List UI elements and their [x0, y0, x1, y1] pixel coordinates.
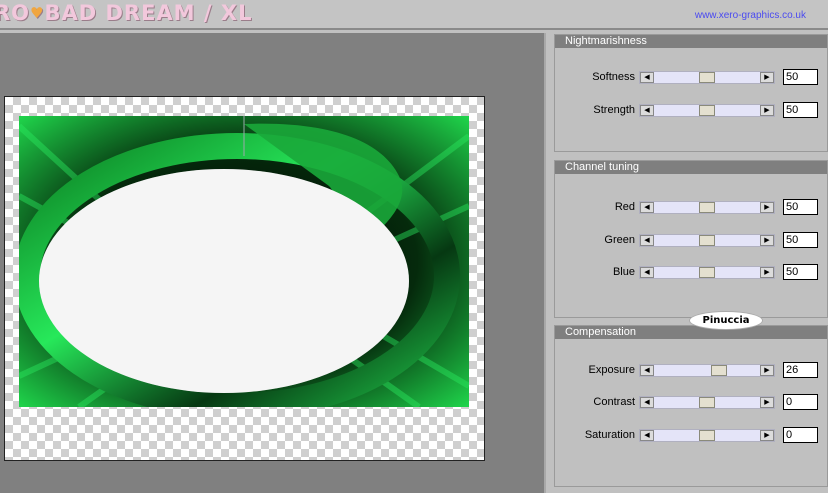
channel-tuning-group: Channel tuning Red ◀ ▶ 50 Green ◀ ▶ 50 B… — [554, 160, 828, 318]
slider-thumb[interactable] — [699, 202, 715, 213]
watermark-badge: Pinuccia — [690, 312, 762, 329]
right-arrow-icon[interactable]: ▶ — [760, 72, 774, 83]
strength-slider[interactable]: ◀ ▶ — [639, 104, 775, 117]
group-title: Nightmarishness — [555, 35, 827, 48]
slider-thumb[interactable] — [699, 430, 715, 441]
left-arrow-icon[interactable]: ◀ — [640, 202, 654, 213]
contrast-input[interactable]: 0 — [783, 394, 818, 410]
exposure-row: Exposure ◀ ▶ 26 — [555, 362, 828, 380]
red-input[interactable]: 50 — [783, 199, 818, 215]
group-title: Compensation — [555, 326, 827, 339]
compensation-group: Compensation Exposure ◀ ▶ 26 Contrast ◀ … — [554, 325, 828, 487]
left-arrow-icon[interactable]: ◀ — [640, 235, 654, 246]
green-input[interactable]: 50 — [783, 232, 818, 248]
left-arrow-icon[interactable]: ◀ — [640, 72, 654, 83]
red-row: Red ◀ ▶ 50 — [555, 199, 828, 217]
slider-label: Softness — [592, 71, 635, 83]
blue-input[interactable]: 50 — [783, 264, 818, 280]
slider-thumb[interactable] — [699, 235, 715, 246]
nightmarishness-group: Nightmarishness Softness ◀ ▶ 50 Strength… — [554, 34, 828, 152]
right-arrow-icon[interactable]: ▶ — [760, 202, 774, 213]
preview-image — [19, 116, 469, 407]
slider-label: Red — [614, 201, 635, 213]
softness-slider[interactable]: ◀ ▶ — [639, 71, 775, 84]
left-arrow-icon[interactable]: ◀ — [640, 365, 654, 376]
settings-panel: Nightmarishness Softness ◀ ▶ 50 Strength… — [548, 33, 828, 493]
slider-thumb[interactable] — [711, 365, 727, 376]
softness-input[interactable]: 50 — [783, 69, 818, 85]
right-arrow-icon[interactable]: ▶ — [760, 235, 774, 246]
title-bar: RO♥BAD DREAM / XL www.xero-graphics.co.u… — [0, 0, 828, 30]
slider-thumb[interactable] — [699, 397, 715, 408]
right-arrow-icon[interactable]: ▶ — [760, 397, 774, 408]
green-row: Green ◀ ▶ 50 — [555, 232, 828, 250]
right-arrow-icon[interactable]: ▶ — [760, 105, 774, 116]
red-slider[interactable]: ◀ ▶ — [639, 201, 775, 214]
slider-thumb[interactable] — [699, 267, 715, 278]
slider-label: Strength — [593, 104, 635, 116]
right-arrow-icon[interactable]: ▶ — [760, 430, 774, 441]
slider-label: Saturation — [584, 429, 635, 441]
slider-label: Blue — [612, 266, 635, 278]
website-link[interactable]: www.xero-graphics.co.uk — [695, 10, 806, 21]
exposure-input[interactable]: 26 — [783, 362, 818, 378]
softness-row: Softness ◀ ▶ 50 — [555, 69, 828, 87]
saturation-slider[interactable]: ◀ ▶ — [639, 429, 775, 442]
group-title: Channel tuning — [555, 161, 827, 174]
slider-thumb[interactable] — [699, 105, 715, 116]
left-arrow-icon[interactable]: ◀ — [640, 430, 654, 441]
contrast-slider[interactable]: ◀ ▶ — [639, 396, 775, 409]
saturation-row: Saturation ◀ ▶ 0 — [555, 427, 828, 445]
slider-label: Exposure — [588, 364, 635, 376]
left-arrow-icon[interactable]: ◀ — [640, 267, 654, 278]
slider-label: Contrast — [593, 396, 635, 408]
blue-slider[interactable]: ◀ ▶ — [639, 266, 775, 279]
preview-canvas[interactable] — [4, 96, 485, 461]
blue-row: Blue ◀ ▶ 50 — [555, 264, 828, 282]
slider-label: Green — [604, 234, 635, 246]
heart-icon: ♥ — [30, 4, 45, 22]
green-slider[interactable]: ◀ ▶ — [639, 234, 775, 247]
strength-input[interactable]: 50 — [783, 102, 818, 118]
right-arrow-icon[interactable]: ▶ — [760, 365, 774, 376]
left-arrow-icon[interactable]: ◀ — [640, 397, 654, 408]
right-arrow-icon[interactable]: ▶ — [760, 267, 774, 278]
saturation-input[interactable]: 0 — [783, 427, 818, 443]
slider-thumb[interactable] — [699, 72, 715, 83]
contrast-row: Contrast ◀ ▶ 0 — [555, 394, 828, 412]
exposure-slider[interactable]: ◀ ▶ — [639, 364, 775, 377]
plugin-logo: RO♥BAD DREAM / XL — [0, 1, 253, 25]
left-arrow-icon[interactable]: ◀ — [640, 105, 654, 116]
preview-area — [0, 33, 546, 493]
strength-row: Strength ◀ ▶ 50 — [555, 102, 828, 120]
